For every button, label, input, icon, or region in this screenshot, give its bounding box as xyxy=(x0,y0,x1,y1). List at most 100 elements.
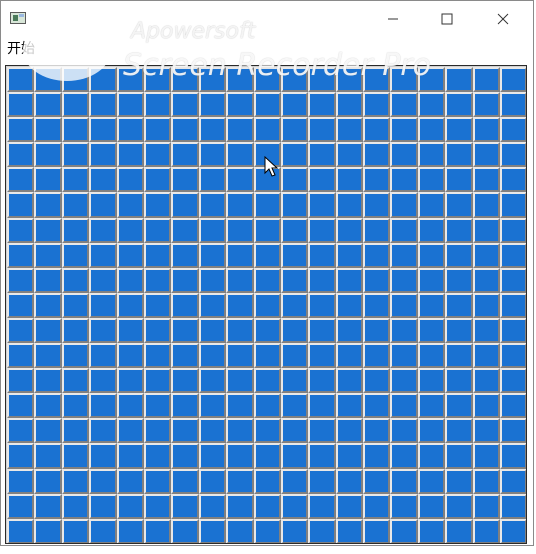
board-cell[interactable] xyxy=(445,418,473,444)
board-cell[interactable] xyxy=(280,468,309,494)
board-cell[interactable] xyxy=(335,368,364,394)
board-cell[interactable] xyxy=(143,92,172,118)
board-cell[interactable] xyxy=(61,67,90,93)
board-cell[interactable] xyxy=(417,418,446,444)
board-cell[interactable] xyxy=(61,92,90,118)
board-cell[interactable] xyxy=(335,393,364,419)
board-cell[interactable] xyxy=(472,418,501,444)
board-cell[interactable] xyxy=(34,343,62,369)
board-cell[interactable] xyxy=(143,518,172,543)
board-cell[interactable] xyxy=(363,192,391,218)
board-cell[interactable] xyxy=(390,217,418,243)
board-cell[interactable] xyxy=(143,393,172,419)
board-cell[interactable] xyxy=(472,167,501,193)
board-cell[interactable] xyxy=(363,393,391,419)
board-cell[interactable] xyxy=(308,493,336,519)
board-cell[interactable] xyxy=(253,67,281,93)
board-cell[interactable] xyxy=(500,167,526,193)
board-cell[interactable] xyxy=(417,92,446,118)
board-cell[interactable] xyxy=(143,117,172,143)
board-cell[interactable] xyxy=(308,117,336,143)
board-cell[interactable] xyxy=(500,267,526,293)
board-cell[interactable] xyxy=(198,368,227,394)
board-cell[interactable] xyxy=(308,67,336,93)
board-cell[interactable] xyxy=(226,142,254,168)
board-cell[interactable] xyxy=(198,292,227,318)
board-cell[interactable] xyxy=(143,468,172,494)
board-cell[interactable] xyxy=(171,192,199,218)
board-cell[interactable] xyxy=(226,217,254,243)
board-cell[interactable] xyxy=(335,192,364,218)
board-cell[interactable] xyxy=(198,192,227,218)
board-cell[interactable] xyxy=(417,317,446,344)
board-cell[interactable] xyxy=(171,468,199,494)
board-cell[interactable] xyxy=(34,117,62,143)
board-cell[interactable] xyxy=(34,217,62,243)
board-cell[interactable] xyxy=(116,317,144,344)
board-cell[interactable] xyxy=(226,117,254,143)
board-cell[interactable] xyxy=(280,217,309,243)
board-cell[interactable] xyxy=(308,443,336,469)
board-cell[interactable] xyxy=(34,292,62,318)
board-cell[interactable] xyxy=(308,192,336,218)
board-cell[interactable] xyxy=(7,142,35,168)
board-cell[interactable] xyxy=(7,192,35,218)
board-cell[interactable] xyxy=(280,67,309,93)
board-cell[interactable] xyxy=(198,142,227,168)
board-cell[interactable] xyxy=(335,317,364,344)
board-cell[interactable] xyxy=(61,317,90,344)
board-cell[interactable] xyxy=(143,192,172,218)
board-cell[interactable] xyxy=(280,418,309,444)
board-cell[interactable] xyxy=(253,117,281,143)
board-cell[interactable] xyxy=(61,343,90,369)
board-cell[interactable] xyxy=(171,67,199,93)
board-cell[interactable] xyxy=(198,518,227,543)
board-cell[interactable] xyxy=(89,468,117,494)
board-cell[interactable] xyxy=(89,142,117,168)
board-cell[interactable] xyxy=(7,92,35,118)
board-cell[interactable] xyxy=(280,267,309,293)
board-cell[interactable] xyxy=(116,267,144,293)
board-cell[interactable] xyxy=(335,167,364,193)
board-cell[interactable] xyxy=(7,117,35,143)
board-cell[interactable] xyxy=(308,368,336,394)
board-cell[interactable] xyxy=(89,368,117,394)
board-cell[interactable] xyxy=(116,292,144,318)
board-cell[interactable] xyxy=(7,317,35,344)
board-cell[interactable] xyxy=(363,92,391,118)
board-cell[interactable] xyxy=(445,67,473,93)
board-cell[interactable] xyxy=(445,317,473,344)
board-cell[interactable] xyxy=(363,167,391,193)
board-cell[interactable] xyxy=(335,468,364,494)
board-cell[interactable] xyxy=(472,393,501,419)
board-cell[interactable] xyxy=(143,292,172,318)
board-cell[interactable] xyxy=(390,418,418,444)
board-cell[interactable] xyxy=(308,217,336,243)
board-cell[interactable] xyxy=(472,493,501,519)
board-cell[interactable] xyxy=(445,343,473,369)
board-cell[interactable] xyxy=(226,242,254,268)
board-cell[interactable] xyxy=(116,67,144,93)
board-cell[interactable] xyxy=(500,443,526,469)
board-cell[interactable] xyxy=(308,468,336,494)
board-cell[interactable] xyxy=(198,67,227,93)
maximize-button[interactable] xyxy=(421,1,473,37)
board-cell[interactable] xyxy=(253,518,281,543)
board-cell[interactable] xyxy=(61,167,90,193)
board-cell[interactable] xyxy=(390,468,418,494)
board-cell[interactable] xyxy=(308,242,336,268)
board-cell[interactable] xyxy=(89,418,117,444)
board-cell[interactable] xyxy=(280,142,309,168)
board-cell[interactable] xyxy=(280,317,309,344)
board-cell[interactable] xyxy=(417,393,446,419)
board-cell[interactable] xyxy=(335,67,364,93)
board-cell[interactable] xyxy=(417,142,446,168)
board-cell[interactable] xyxy=(390,167,418,193)
board-cell[interactable] xyxy=(363,343,391,369)
board-cell[interactable] xyxy=(280,368,309,394)
board-cell[interactable] xyxy=(61,117,90,143)
board-cell[interactable] xyxy=(7,418,35,444)
board-cell[interactable] xyxy=(335,292,364,318)
board-cell[interactable] xyxy=(171,317,199,344)
board-cell[interactable] xyxy=(198,117,227,143)
